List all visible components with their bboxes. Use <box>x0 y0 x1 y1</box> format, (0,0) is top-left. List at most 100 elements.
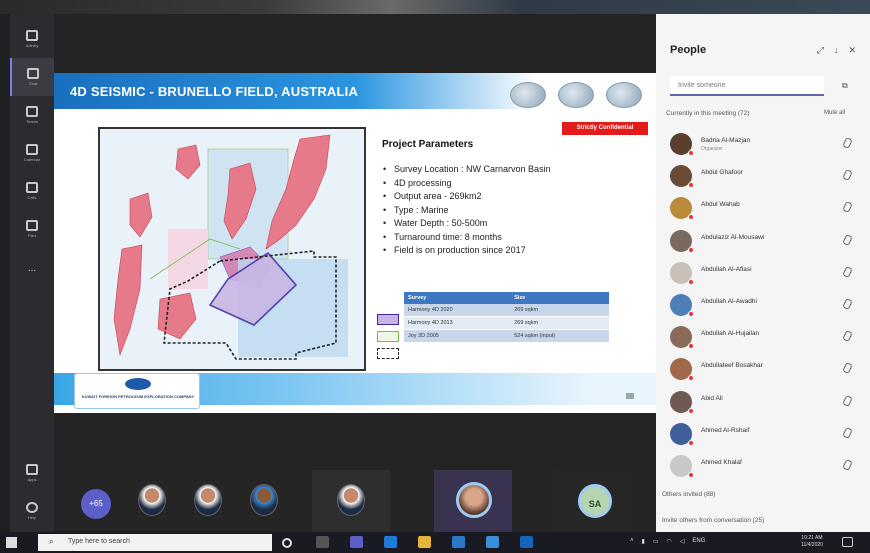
phone-icon <box>26 182 38 193</box>
avatar <box>670 455 694 478</box>
rail-item-calendar[interactable]: Calendar <box>10 134 54 172</box>
mic-muted-icon[interactable] <box>842 426 853 439</box>
participant-strip: +65 SA <box>54 470 656 532</box>
search-placeholder: Type here to search <box>68 538 130 545</box>
link-icon[interactable]: ⧉ <box>842 81 848 91</box>
rail-label: Apps <box>27 477 37 482</box>
logo-eye-icon <box>125 378 151 390</box>
word-icon[interactable] <box>520 536 533 548</box>
slide-title: 4D SEISMIC - BRUNELLO FIELD, AUSTRALIA <box>70 84 359 99</box>
rail-item-apps[interactable]: Apps <box>10 454 54 492</box>
participant-tile[interactable] <box>434 470 512 532</box>
participant-name: Badria Al-Mazjan <box>701 137 751 144</box>
taskbar-clock[interactable]: 10:21 AM 11/4/2020 <box>792 535 832 549</box>
participant-video[interactable] <box>194 484 222 516</box>
table-row: Harmony 4D 2013 269 sqkm <box>404 316 609 330</box>
close-icon[interactable]: ✕ <box>848 45 856 56</box>
participant-name: Ahmed Khalaf <box>701 459 742 466</box>
legend-swatch <box>377 331 399 342</box>
mic-muted-icon[interactable] <box>842 394 853 407</box>
participant-name: Abid Ali <box>701 394 723 402</box>
edge-icon[interactable] <box>384 536 397 548</box>
participant-name: Abdulaziz Al-Mousawi <box>701 233 765 241</box>
teams-icon <box>26 106 38 117</box>
participant-row[interactable]: Abdulaziz Al-Mousawi <box>668 227 864 257</box>
participant-video[interactable] <box>138 484 166 516</box>
section-current[interactable]: Currently in this meeting (72) <box>666 110 749 117</box>
notifications-icon[interactable] <box>842 537 853 547</box>
mic-muted-icon[interactable] <box>842 362 853 375</box>
rail-item-activity[interactable]: Activity <box>10 20 54 58</box>
mic-muted-icon[interactable] <box>842 265 853 278</box>
participant-name: Abdul Wahab <box>701 201 740 209</box>
mute-all-button[interactable]: Mute all <box>824 110 845 116</box>
network-icon[interactable]: ▮ <box>642 538 645 545</box>
avatar <box>670 390 694 414</box>
rail-label: Files <box>27 233 37 238</box>
column-header: Survey <box>404 292 511 304</box>
wifi-icon[interactable]: ◠ <box>667 538 672 545</box>
mic-muted-icon[interactable] <box>842 233 853 246</box>
rail-label: Calendar <box>23 157 41 162</box>
participant-name: Ahmed Al-Rshaif <box>701 426 750 434</box>
mic-muted-icon[interactable] <box>842 330 853 343</box>
param-item: Type : Marine <box>382 204 632 218</box>
mic-muted-icon[interactable] <box>842 297 853 311</box>
rail-label: Chat <box>28 81 38 86</box>
participant-role: Organizer <box>701 146 723 152</box>
rail-item-chat[interactable]: Chat <box>10 58 54 96</box>
battery-icon[interactable]: ▭ <box>653 538 659 545</box>
others-invited[interactable]: Others invited (88) <box>662 491 715 498</box>
task-view-icon[interactable] <box>282 538 292 548</box>
participant-video <box>337 484 365 516</box>
rail-item-files[interactable]: Files <box>10 210 54 248</box>
share-icon[interactable]: ⤢ <box>817 45 824 56</box>
outlook-icon[interactable] <box>452 536 465 548</box>
status-dot <box>688 246 694 253</box>
rail-item-help[interactable]: Help <box>10 492 54 530</box>
mic-muted-icon[interactable] <box>842 458 853 472</box>
participant-row[interactable]: Abdullateef Bosakhar <box>668 355 864 385</box>
invite-input[interactable]: Invite someone <box>670 76 824 96</box>
chevron-up-icon[interactable]: ˄ <box>630 538 634 545</box>
more-participants-button[interactable]: +65 <box>81 489 111 519</box>
kufpec-logo: KUWAIT FOREIGN PETROLEUM EXPLORATION COM… <box>74 373 200 409</box>
folder-icon[interactable] <box>418 536 431 548</box>
participant-row[interactable]: Abid Ali <box>668 388 864 418</box>
participant-row[interactable]: Abdullah Al-Aflasi <box>668 259 864 289</box>
rail-item-calls[interactable]: Calls <box>10 172 54 210</box>
language-indicator[interactable]: ENG <box>692 538 705 545</box>
avatar <box>670 326 694 350</box>
mic-muted-icon[interactable] <box>842 201 853 214</box>
participant-row[interactable]: Ahmed Khalaf <box>668 452 864 482</box>
more-apps-label: ... <box>27 262 37 274</box>
volume-icon[interactable]: ◁ <box>680 538 685 545</box>
participant-row[interactable]: Abdul Ghafoor <box>668 162 864 192</box>
participant-row[interactable]: Abdullah Al-Awadhi <box>668 291 864 321</box>
participant-row[interactable]: Ahmed Al-Rshaif <box>668 420 864 450</box>
participant-row[interactable]: Abdul Wahab <box>668 194 864 224</box>
mic-muted-icon[interactable] <box>842 169 853 182</box>
windows-taskbar: ⌕ Type here to search ˄ ▮ ▭ ◠ ◁ ENG 10:2… <box>0 532 870 553</box>
status-dot <box>688 311 694 317</box>
bell-icon <box>26 30 38 41</box>
rail-item-teams[interactable]: Teams <box>10 96 54 134</box>
participant-row[interactable]: Badria Al-Mazjan Organizer <box>668 130 864 160</box>
table-cell: 524 sqkm (input) <box>510 329 609 343</box>
mic-muted-icon[interactable] <box>842 136 853 150</box>
taskbar-search[interactable]: ⌕ Type here to search <box>38 534 272 551</box>
windows-start-icon[interactable] <box>6 537 17 548</box>
teams-icon[interactable] <box>350 536 363 548</box>
participant-video[interactable] <box>250 484 278 516</box>
app-icon[interactable] <box>486 536 499 548</box>
rail-item-more[interactable]: ... <box>10 248 54 286</box>
column-header: Size <box>510 292 609 304</box>
participant-row[interactable]: Abdullah Al-Hujailan <box>668 323 864 353</box>
app-icon[interactable] <box>316 536 329 548</box>
participant-tile[interactable]: SA <box>554 470 632 532</box>
invite-from-conversation[interactable]: Invite others from conversation (25) <box>662 517 764 524</box>
app-rail: Activity Chat Teams Calendar Calls Files… <box>10 14 54 532</box>
status-dot <box>688 439 694 446</box>
download-icon[interactable]: ↓ <box>834 45 839 56</box>
participant-tile[interactable] <box>312 470 390 532</box>
